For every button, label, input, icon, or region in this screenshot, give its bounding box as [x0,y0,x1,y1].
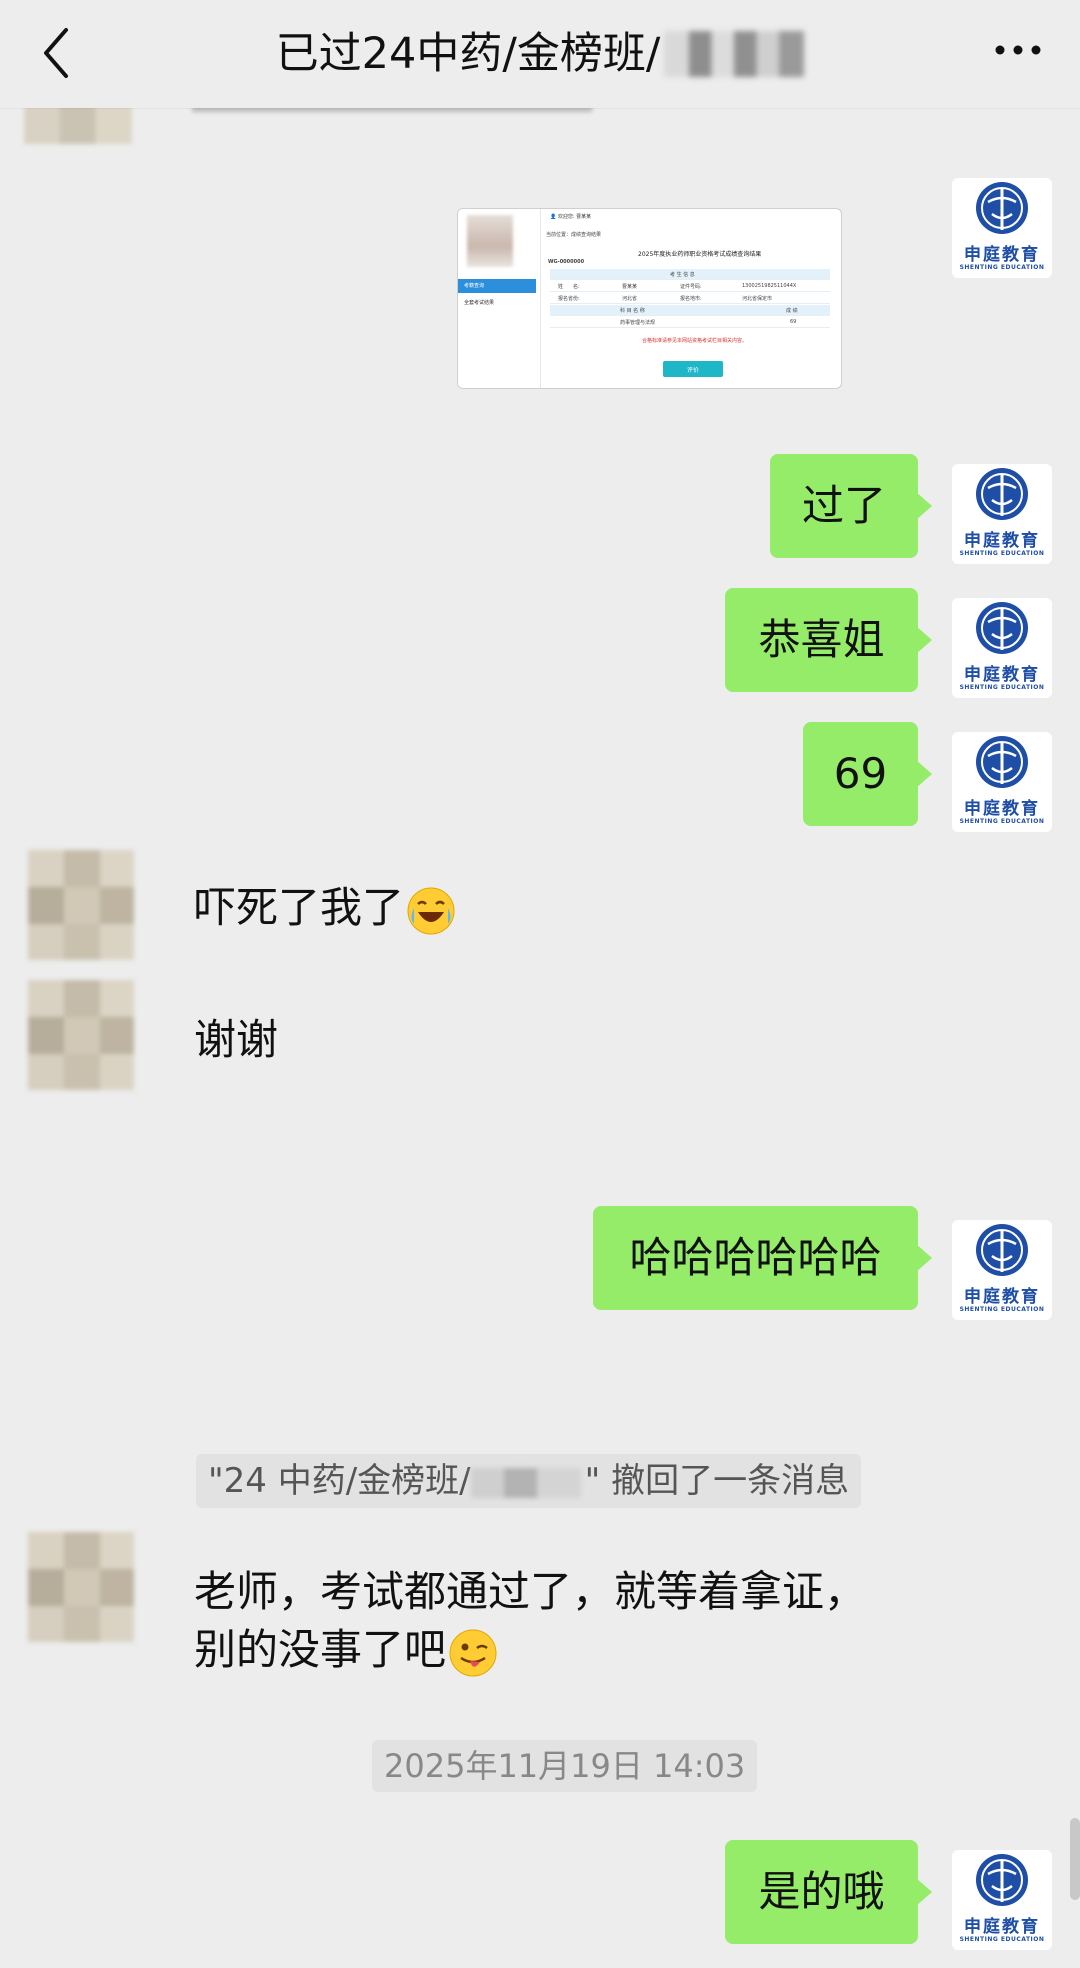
message-text[interactable]: 谢谢 [194,1012,278,1068]
org-name-en: SHENTING EDUCATION [959,264,1045,271]
screenshot-title: 2025年度执业药师职业资格考试成绩查询结果 [638,251,762,258]
blurred-name [664,31,805,77]
org-name-en: SHENTING EDUCATION [959,1936,1045,1943]
message-text: 过了 [801,481,886,530]
message-text: 是的哦 [758,1867,885,1916]
chat-title: 已过24中药/金榜班/ [0,26,1080,82]
org-name-cn: 申庭教育 [964,665,1040,685]
org-name-cn: 申庭教育 [964,1287,1040,1307]
org-name-en: SHENTING EDUCATION [959,684,1045,691]
screenshot-menu-item: 考籍查询 [458,279,536,293]
message-bubble[interactable]: 69 [803,722,932,826]
chat-title-text: 已过24中药/金榜班/ [275,29,661,79]
screenshot-table: 考 生 信 息 姓 名: 曹某某 证件号码: 1300251982511044X… [550,267,830,347]
avatar[interactable] [28,850,134,960]
scrollbar[interactable] [1070,1818,1080,1900]
crying-laughing-emoji [407,887,455,934]
screenshot-ticket: WG-0000000 [548,259,585,265]
org-name-cn: 申庭教育 [964,531,1040,551]
org-name-cn: 申庭教育 [964,245,1040,265]
org-name-en: SHENTING EDUCATION [959,1306,1045,1313]
screenshot-button: 评价 [663,361,723,377]
avatar[interactable] [28,1532,134,1642]
message-bubble[interactable]: 恭喜姐 [725,588,932,692]
screenshot-user: 👤 欢迎您: 曹某某 [550,214,592,220]
my-avatar[interactable]: 申庭教育 SHENTING EDUCATION [952,1850,1052,1950]
chat-header: 已过24中药/金榜班/ [0,0,1080,108]
screenshot-sidebar: 考籍查询 全套考试结果 [458,209,541,388]
recall-notice: "24 中药/金榜班/" 撤回了一条消息 [196,1454,862,1508]
message-bubble[interactable]: 哈哈哈哈哈哈 [593,1206,932,1310]
message-bubble[interactable]: 是的哦 [725,1840,932,1944]
org-name-cn: 申庭教育 [964,799,1040,819]
org-name-cn: 申庭教育 [964,1917,1040,1937]
message-text: 恭喜姐 [758,615,885,664]
message-bubble[interactable]: 过了 [770,454,932,558]
screenshot-menu-item: 全套考试结果 [464,300,495,306]
timestamp: 2025年11月19日 14:03 [372,1740,758,1792]
message-text: 哈哈哈哈哈哈 [629,1233,882,1282]
my-avatar[interactable]: 申庭教育 SHENTING EDUCATION [952,598,1052,698]
blurred-name [470,1467,581,1498]
message-text[interactable]: 吓死了我了 [194,880,456,936]
my-avatar[interactable]: 申庭教育 SHENTING EDUCATION [952,464,1052,564]
avatar[interactable] [28,980,134,1090]
winking-tongue-emoji [449,1629,497,1676]
org-name-en: SHENTING EDUCATION [959,550,1045,557]
message-text: 69 [833,749,888,798]
candidate-photo [467,215,513,267]
screenshot-breadcrumb: 当前位置：成绩查询结果 [546,232,602,238]
my-avatar[interactable]: 申庭教育 SHENTING EDUCATION [952,1220,1052,1320]
more-dots-icon[interactable] [990,30,1046,70]
my-avatar[interactable]: 申庭教育 SHENTING EDUCATION [952,732,1052,832]
score-screenshot-image[interactable]: 考籍查询 全套考试结果 👤 欢迎您: 曹某某 当前位置：成绩查询结果 2025年… [457,208,842,389]
my-avatar[interactable]: 申庭教育 SHENTING EDUCATION [952,178,1052,278]
message-text[interactable]: 老师，考试都通过了，就等着拿证， 别的没事了吧 [194,1564,866,1678]
org-name-en: SHENTING EDUCATION [959,818,1045,825]
